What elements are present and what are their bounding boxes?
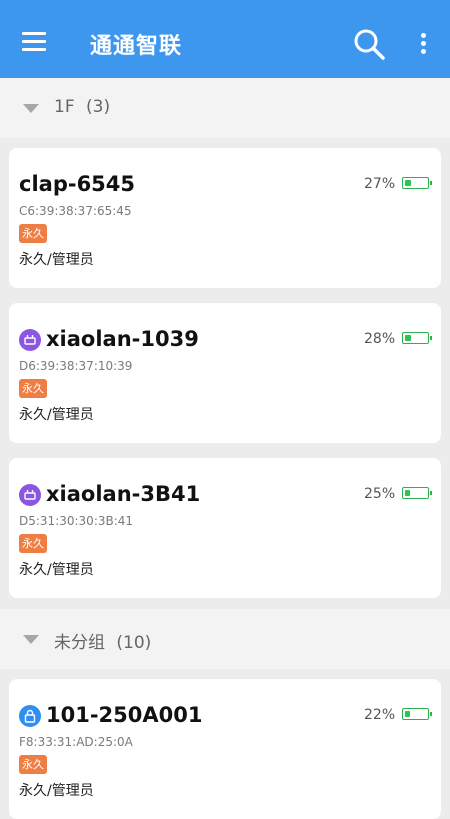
group-header-ungrouped[interactable]: 未分组 (10) bbox=[0, 609, 450, 669]
permission-text: 永久/管理员 bbox=[19, 252, 94, 268]
collapse-triangle-icon bbox=[23, 104, 39, 113]
group-count: (10) bbox=[116, 633, 152, 653]
router-icon bbox=[19, 484, 41, 506]
battery-percent: 28% bbox=[364, 331, 396, 347]
device-name: 101-250A001 bbox=[46, 703, 203, 727]
battery-icon bbox=[402, 332, 432, 344]
group-name: 未分组 bbox=[54, 633, 105, 653]
permanent-badge: 永久 bbox=[19, 755, 47, 774]
more-options-icon[interactable] bbox=[412, 30, 434, 58]
group-header-1f[interactable]: 1F (3) bbox=[0, 78, 450, 138]
device-card-xiaolan-3b41[interactable]: xiaolan-3B41 25% D5:31:30:30:3B:41 永久 永久… bbox=[9, 458, 441, 598]
device-mac: C6:39:38:37:65:45 bbox=[19, 204, 132, 218]
permission-text: 永久/管理员 bbox=[19, 407, 94, 423]
permission-text: 永久/管理员 bbox=[19, 783, 94, 799]
lock-device-icon bbox=[19, 705, 41, 727]
device-name: xiaolan-1039 bbox=[46, 327, 199, 351]
permanent-badge: 永久 bbox=[19, 379, 47, 398]
device-mac: D5:31:30:30:3B:41 bbox=[19, 514, 134, 528]
device-card-101-250a001[interactable]: 101-250A001 22% F8:33:31:AD:25:0A 永久 永久/… bbox=[9, 679, 441, 819]
device-card-xiaolan-1039[interactable]: xiaolan-1039 28% D6:39:38:37:10:39 永久 永久… bbox=[9, 303, 441, 443]
group-count: (3) bbox=[86, 97, 111, 117]
device-card-clap-6545[interactable]: clap-6545 27% C6:39:38:37:65:45 永久 永久/管理… bbox=[9, 148, 441, 288]
permission-text: 永久/管理员 bbox=[19, 562, 94, 578]
device-mac: D6:39:38:37:10:39 bbox=[19, 359, 133, 373]
collapse-triangle-icon bbox=[23, 635, 39, 644]
battery-percent: 25% bbox=[364, 486, 396, 502]
router-icon bbox=[19, 329, 41, 351]
app-bar: 通通智联 bbox=[0, 0, 450, 78]
group-name: 1F bbox=[54, 97, 75, 117]
battery-icon bbox=[402, 487, 432, 499]
battery-percent: 22% bbox=[364, 707, 396, 723]
app-title: 通通智联 bbox=[90, 34, 183, 59]
device-name: xiaolan-3B41 bbox=[46, 482, 201, 506]
permanent-badge: 永久 bbox=[19, 224, 47, 243]
menu-icon[interactable] bbox=[18, 30, 50, 54]
device-name: clap-6545 bbox=[19, 172, 136, 196]
device-mac: F8:33:31:AD:25:0A bbox=[19, 735, 133, 749]
battery-icon bbox=[402, 708, 432, 720]
battery-icon bbox=[402, 177, 432, 189]
permanent-badge: 永久 bbox=[19, 534, 47, 553]
search-icon[interactable] bbox=[352, 27, 388, 63]
battery-percent: 27% bbox=[364, 176, 396, 192]
